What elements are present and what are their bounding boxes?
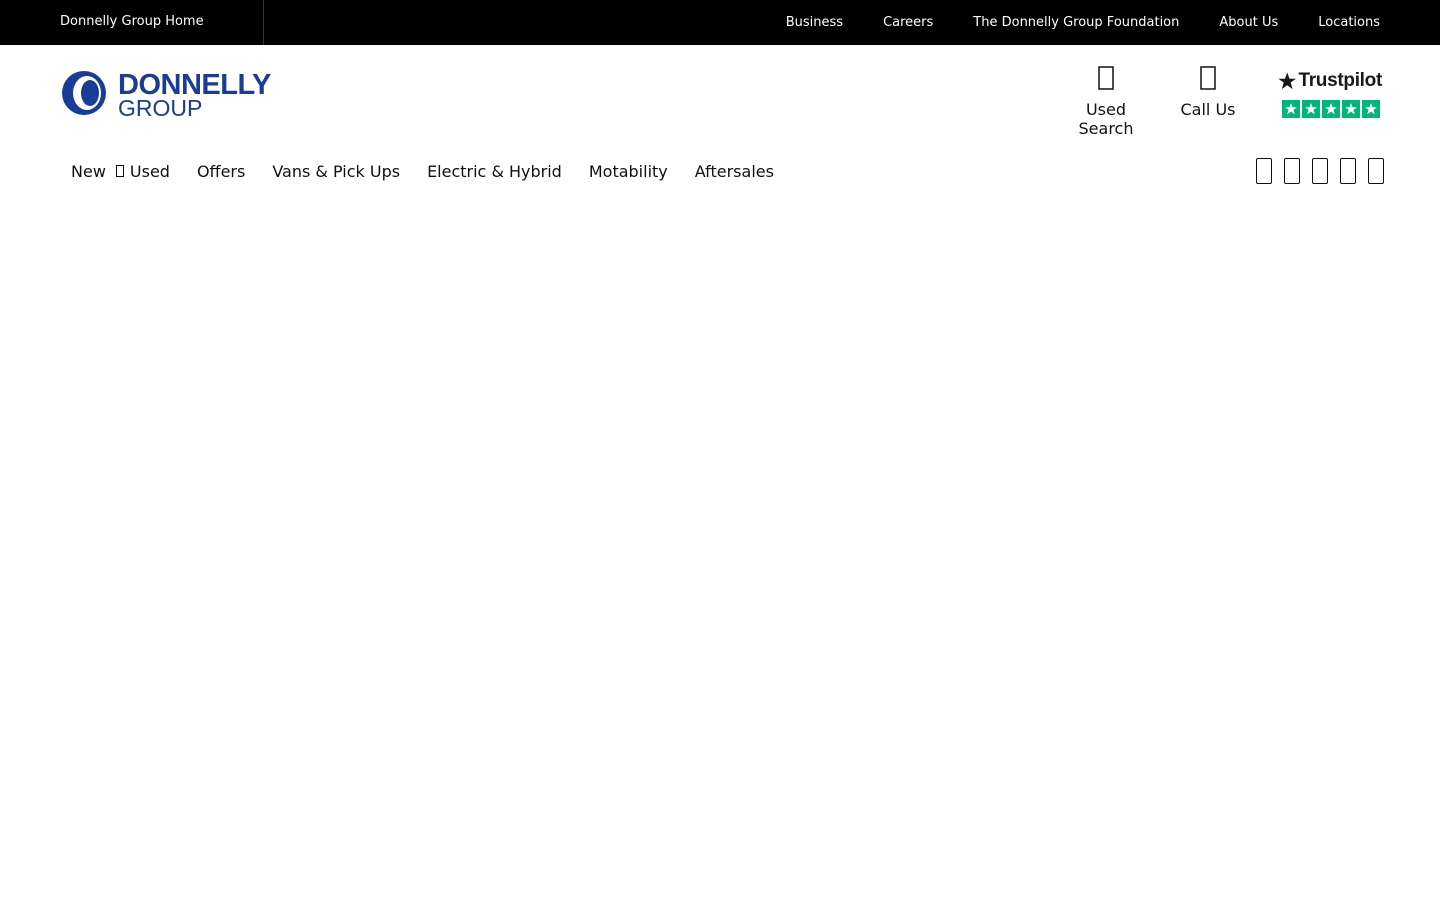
home-link-container: Donnelly Group Home	[0, 0, 264, 45]
main-nav: New Used Offers Vans & Pick Ups Electric…	[60, 156, 801, 186]
donnelly-group-home-link[interactable]: Donnelly Group Home	[60, 14, 204, 29]
call-us-label: Call Us	[1180, 100, 1236, 119]
trustpilot-rating	[1282, 100, 1382, 118]
trustpilot-star-icon	[1278, 72, 1297, 90]
top-link-locations[interactable]: Locations	[1318, 15, 1380, 30]
nav-item-aftersales[interactable]: Aftersales	[695, 162, 774, 181]
nav-item-used[interactable]: Used	[115, 161, 170, 181]
search-icon	[1056, 66, 1156, 94]
nav-item-used-label: Used	[129, 161, 170, 181]
donnelly-group-logo[interactable]: DONNELLY GROUP	[60, 66, 320, 120]
top-links: Business Careers The Donnelly Group Foun…	[746, 0, 1380, 45]
nav-item-motability[interactable]: Motability	[589, 162, 668, 181]
trustpilot-logo: Trustpilot	[1278, 68, 1382, 94]
used-search-label: Used Search	[1078, 100, 1134, 138]
facebook-icon[interactable]	[1256, 158, 1272, 184]
social-links	[1244, 158, 1384, 184]
top-link-careers[interactable]: Careers	[883, 15, 933, 30]
top-link-foundation[interactable]: The Donnelly Group Foundation	[973, 15, 1179, 30]
nav-item-new[interactable]: New	[71, 162, 106, 181]
top-bar: Donnelly Group Home Business Careers The…	[0, 0, 1440, 45]
nav-item-electric-hybrid[interactable]: Electric & Hybrid	[427, 162, 562, 181]
phone-icon	[1178, 66, 1238, 94]
linkedin-icon[interactable]	[1368, 158, 1384, 184]
trustpilot-widget[interactable]: Trustpilot	[1278, 68, 1382, 120]
nav-item-offers[interactable]: Offers	[197, 162, 245, 181]
instagram-icon[interactable]	[1312, 158, 1328, 184]
rating-star-icon	[1302, 100, 1320, 118]
rating-star-icon	[1322, 100, 1340, 118]
rating-star-icon	[1362, 100, 1380, 118]
used-search-button[interactable]: Used Search	[1056, 66, 1156, 138]
twitter-icon[interactable]	[1284, 158, 1300, 184]
trustpilot-name: Trustpilot	[1298, 70, 1382, 91]
top-link-about-us[interactable]: About Us	[1219, 15, 1278, 30]
top-link-business[interactable]: Business	[786, 15, 843, 30]
call-us-button[interactable]: Call Us	[1178, 66, 1238, 122]
rating-star-icon	[1342, 100, 1360, 118]
rating-star-icon	[1282, 100, 1300, 118]
youtube-icon[interactable]	[1340, 158, 1356, 184]
logo-wordmark-group: GROUP	[118, 95, 202, 120]
logo-mark: DONNELLY GROUP	[62, 69, 271, 120]
chevron-down-icon	[115, 165, 124, 181]
nav-item-vans-pick-ups[interactable]: Vans & Pick Ups	[272, 162, 400, 181]
